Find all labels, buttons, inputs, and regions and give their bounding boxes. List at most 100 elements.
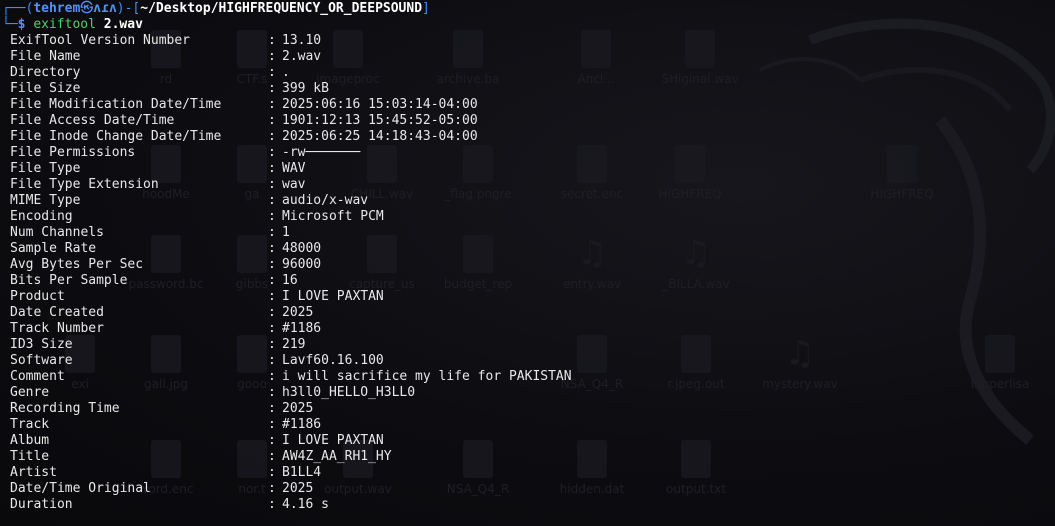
metadata-separator: :	[268, 417, 276, 432]
metadata-value: WAV	[282, 161, 306, 176]
metadata-row: File Access Date/Time:1901:12:13 15:45:5…	[10, 113, 1055, 129]
metadata-value: 16	[282, 273, 298, 288]
metadata-row: Date Created:2025	[10, 305, 1055, 321]
prompt-corner-mid: )-[	[116, 1, 141, 16]
metadata-separator: :	[268, 273, 276, 288]
metadata-tag: Num Channels	[10, 225, 104, 240]
metadata-separator: :	[268, 449, 276, 464]
metadata-tag: File Inode Change Date/Time	[10, 129, 222, 144]
metadata-value: .	[282, 65, 290, 80]
metadata-separator: :	[268, 401, 276, 416]
prompt-corner-end: ]	[422, 1, 430, 16]
metadata-tag: Artist	[10, 465, 57, 480]
metadata-value: 96000	[282, 257, 322, 272]
command-line[interactable]: └─$ exiftool 2.wav	[2, 17, 1055, 33]
metadata-tag: File Type Extension	[10, 177, 159, 192]
metadata-value: 2.wav	[282, 49, 322, 64]
metadata-row: File Modification Date/Time:2025:06:16 1…	[10, 97, 1055, 113]
metadata-tag: File Access Date/Time	[10, 113, 175, 128]
metadata-tag: ExifTool Version Number	[10, 33, 191, 48]
metadata-value: 13.10	[282, 33, 322, 48]
metadata-tag: Bits Per Sample	[10, 273, 128, 288]
prompt-username: tehrem	[33, 1, 81, 16]
metadata-row: Title: AW4Z_AA_RH1_HY	[10, 449, 1055, 465]
metadata-tag: File Permissions	[10, 145, 136, 160]
metadata-separator: :	[268, 209, 276, 224]
metadata-separator: :	[268, 385, 276, 400]
metadata-row: Bits Per Sample:16	[10, 273, 1055, 289]
metadata-value: #1186	[282, 321, 322, 336]
metadata-separator: :	[268, 481, 276, 496]
metadata-separator: :	[268, 369, 276, 384]
metadata-value: audio/x-wav	[282, 193, 369, 208]
metadata-row: Encoding: Microsoft PCM	[10, 209, 1055, 225]
metadata-value: 48000	[282, 241, 322, 256]
metadata-row: Genre: h3ll0_HELLO_H3LL0	[10, 385, 1055, 401]
metadata-separator: :	[268, 81, 276, 96]
command-name: exiftool	[33, 17, 96, 32]
prompt-corner-bottom: └─	[2, 17, 18, 32]
metadata-value: #1186	[282, 417, 322, 432]
metadata-row: Sample Rate:48000	[10, 241, 1055, 257]
metadata-value: I LOVE PAXTAN	[282, 289, 384, 304]
metadata-separator: :	[268, 465, 276, 480]
metadata-value: 4.16 s	[282, 497, 329, 512]
metadata-row: Comment: i will sacrifice my life for PAK…	[10, 369, 1055, 385]
metadata-value: I LOVE PAXTAN	[282, 433, 384, 448]
metadata-tag: Sample Rate	[10, 241, 97, 256]
metadata-value: i will sacrifice my life for PAKISTAN	[282, 369, 572, 384]
metadata-separator: :	[268, 129, 276, 144]
metadata-row: ID3 Size:219	[10, 337, 1055, 353]
metadata-separator: :	[268, 497, 276, 512]
terminal-window[interactable]: ┌──(tehrem㉿ʌɾʌ)-[~/Desktop/HIGHFREQUENCY…	[0, 0, 1055, 526]
metadata-separator: :	[268, 177, 276, 192]
metadata-tag: File Name	[10, 49, 81, 64]
metadata-tag: MIME Type	[10, 193, 81, 208]
metadata-tag: ID3 Size	[10, 337, 73, 352]
metadata-value: wav	[282, 177, 306, 192]
metadata-value: AW4Z_AA_RH1_HY	[282, 449, 392, 464]
metadata-separator: :	[268, 33, 276, 48]
metadata-tag: Album	[10, 433, 50, 448]
metadata-separator: :	[268, 113, 276, 128]
metadata-row: MIME Type: audio/x-wav	[10, 193, 1055, 209]
metadata-row: Software: Lavf60.16.100	[10, 353, 1055, 369]
metadata-row: Avg Bytes Per Sec:96000	[10, 257, 1055, 273]
metadata-row: File Size:399 kB	[10, 81, 1055, 97]
metadata-row: Recording Time:2025	[10, 401, 1055, 417]
metadata-row: File Type Extension: wav	[10, 177, 1055, 193]
metadata-row: Product: I LOVE PAXTAN	[10, 289, 1055, 305]
metadata-value: 1	[282, 225, 290, 240]
prompt-dollar: $	[17, 17, 26, 32]
metadata-row: File Permissions: -rw───────	[10, 145, 1055, 161]
metadata-value: 2025:06:25 14:18:43-04:00	[282, 129, 478, 144]
metadata-tag: Track	[10, 417, 50, 432]
metadata-separator: :	[268, 161, 276, 176]
metadata-separator: :	[268, 433, 276, 448]
metadata-value: 219	[282, 337, 306, 352]
metadata-separator: :	[268, 257, 276, 272]
metadata-separator: :	[268, 225, 276, 240]
metadata-row: Date/Time Original:2025	[10, 481, 1055, 497]
metadata-tag: Date/Time Original	[10, 481, 151, 496]
prompt-corner-top: ┌──(	[2, 1, 34, 16]
metadata-tag: Software	[10, 353, 73, 368]
metadata-row: File Type: WAV	[10, 161, 1055, 177]
metadata-tag: Encoding	[10, 209, 73, 224]
metadata-separator: :	[268, 337, 276, 352]
metadata-row: Track: #1186	[10, 417, 1055, 433]
metadata-tag: Avg Bytes Per Sec	[10, 257, 144, 272]
metadata-separator: :	[268, 353, 276, 368]
metadata-value: 1901:12:13 15:45:52-05:00	[282, 113, 478, 128]
command-argument: 2.wav	[103, 17, 143, 32]
metadata-row: Duration:4.16 s	[10, 497, 1055, 513]
metadata-separator: :	[268, 241, 276, 256]
metadata-separator: :	[268, 321, 276, 336]
metadata-tag: File Modification Date/Time	[10, 97, 222, 112]
metadata-separator: :	[268, 305, 276, 320]
metadata-row: ExifTool Version Number:13.10	[10, 33, 1055, 49]
metadata-value: 399 kB	[282, 81, 329, 96]
metadata-tag: Duration	[10, 497, 73, 512]
metadata-row: Artist: B1LL4	[10, 465, 1055, 481]
metadata-row: Album: I LOVE PAXTAN	[10, 433, 1055, 449]
